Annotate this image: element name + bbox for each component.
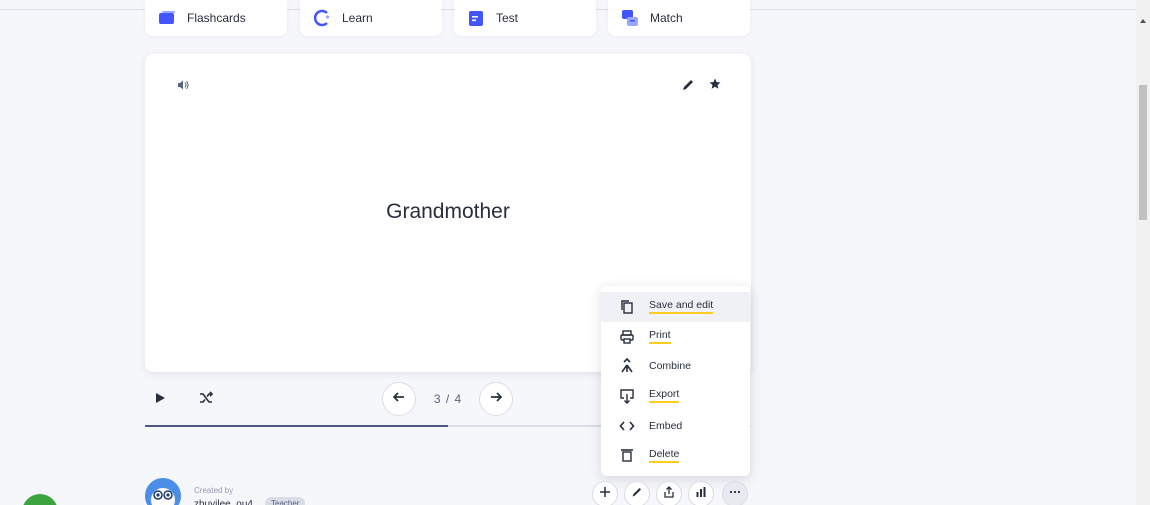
edit-card-icon[interactable] xyxy=(681,78,695,92)
help-bubble[interactable] xyxy=(22,494,58,505)
menu-item-combine[interactable]: Combine xyxy=(601,351,750,381)
page-scrollbar[interactable] xyxy=(1136,0,1150,505)
card-counter: 3 / 4 xyxy=(433,392,463,406)
mode-label: Match xyxy=(650,11,683,25)
export-icon xyxy=(619,388,635,404)
bar-chart-icon xyxy=(695,485,707,503)
more-options-menu: Save and edit Print Combine Export Embed… xyxy=(601,286,750,476)
edit-set-button[interactable] xyxy=(624,481,650,505)
previous-card-button[interactable] xyxy=(382,382,416,416)
plus-icon xyxy=(599,485,611,503)
progress-fill xyxy=(145,425,448,427)
share-icon xyxy=(663,485,675,503)
menu-item-export[interactable]: Export xyxy=(601,381,750,411)
play-icon[interactable] xyxy=(153,391,167,405)
menu-label: Print xyxy=(649,329,671,345)
audio-icon[interactable] xyxy=(176,78,190,92)
add-to-folder-button[interactable] xyxy=(592,481,618,505)
mode-learn[interactable]: Learn xyxy=(300,0,442,36)
copy-icon xyxy=(619,299,635,315)
shuffle-icon[interactable] xyxy=(198,390,214,406)
mode-label: Test xyxy=(496,11,519,25)
trash-icon xyxy=(619,447,635,463)
more-horizontal-icon xyxy=(729,485,741,503)
star-icon[interactable] xyxy=(708,77,722,91)
mode-match[interactable]: Match xyxy=(608,0,750,36)
flashcards-icon xyxy=(157,8,177,28)
mode-label: Flashcards xyxy=(187,11,246,25)
test-icon xyxy=(466,8,486,28)
scroll-up-icon[interactable] xyxy=(1139,12,1147,23)
mode-test[interactable]: Test xyxy=(454,0,596,36)
menu-item-embed[interactable]: Embed xyxy=(601,411,750,441)
menu-item-save-and-edit[interactable]: Save and edit xyxy=(601,292,750,322)
menu-label: Combine xyxy=(649,360,692,373)
printer-icon xyxy=(619,329,635,345)
menu-item-delete[interactable]: Delete xyxy=(601,440,750,470)
menu-label: Embed xyxy=(649,419,683,432)
more-options-button[interactable] xyxy=(722,481,748,505)
mode-label: Learn xyxy=(342,11,373,25)
pencil-icon xyxy=(631,485,643,503)
mode-flashcards[interactable]: Flashcards xyxy=(145,0,287,36)
merge-icon xyxy=(619,358,635,374)
created-by-label: Created by xyxy=(194,486,234,495)
arrow-right-icon xyxy=(488,389,504,410)
next-card-button[interactable] xyxy=(479,382,513,416)
arrow-left-icon xyxy=(391,389,407,410)
card-term: Grandmother xyxy=(386,200,510,223)
learn-icon xyxy=(312,8,332,28)
creator-badge: Teacher xyxy=(265,497,306,505)
stats-button[interactable] xyxy=(688,481,714,505)
scroll-thumb[interactable] xyxy=(1139,85,1147,220)
menu-label: Export xyxy=(649,388,680,404)
match-icon xyxy=(620,8,640,28)
menu-label: Delete xyxy=(649,448,680,463)
share-button[interactable] xyxy=(656,481,682,505)
avatar[interactable] xyxy=(145,478,181,505)
menu-item-print[interactable]: Print xyxy=(601,322,750,352)
menu-label: Save and edit xyxy=(649,299,714,315)
code-icon xyxy=(619,418,635,434)
creator-name[interactable]: zhuyilee_ou4 xyxy=(194,499,253,505)
